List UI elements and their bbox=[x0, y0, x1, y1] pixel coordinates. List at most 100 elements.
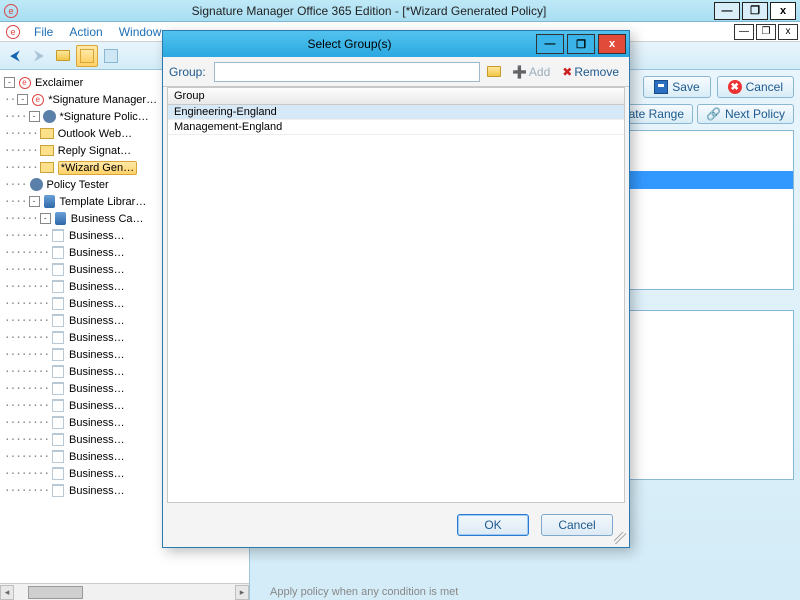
tree-node-business-item[interactable]: Business… bbox=[69, 349, 125, 361]
exclaimer-icon: e bbox=[19, 77, 31, 89]
dialog-close-button[interactable]: x bbox=[598, 34, 626, 54]
nav-up-button[interactable] bbox=[52, 45, 74, 67]
save-label: Save bbox=[672, 80, 699, 94]
scroll-right-button[interactable]: ▸ bbox=[235, 585, 249, 600]
save-button[interactable]: Save bbox=[643, 76, 710, 98]
expander-icon[interactable]: - bbox=[17, 94, 28, 105]
tree-node-business-item[interactable]: Business… bbox=[69, 468, 125, 480]
tree-node-reply[interactable]: Reply Signat… bbox=[58, 145, 131, 157]
tree-node-policy-tester[interactable]: Policy Tester bbox=[47, 179, 109, 191]
cancel-button[interactable]: ✖ Cancel bbox=[717, 76, 794, 98]
tree-node-business-item[interactable]: Business… bbox=[69, 383, 125, 395]
menu-file[interactable]: File bbox=[26, 23, 61, 41]
remove-group-button[interactable]: ✖Remove bbox=[558, 65, 623, 79]
cancel-icon: ✖ bbox=[728, 80, 742, 94]
expander-icon[interactable]: - bbox=[29, 196, 40, 207]
expander-icon[interactable]: - bbox=[40, 213, 51, 224]
add-group-button[interactable]: ➕Add bbox=[508, 65, 554, 79]
policy-item-icon bbox=[40, 128, 54, 139]
tree-node-business-item[interactable]: Business… bbox=[69, 281, 125, 293]
mdi-minimize-button[interactable]: — bbox=[734, 24, 754, 40]
dialog-titlebar[interactable]: Select Group(s) — ❐ x bbox=[163, 31, 629, 57]
link-icon: 🔗 bbox=[706, 107, 721, 121]
document-icon bbox=[52, 263, 64, 276]
tree-node-business-item[interactable]: Business… bbox=[69, 485, 125, 497]
document-icon bbox=[52, 280, 64, 293]
expander-icon[interactable]: - bbox=[29, 111, 40, 122]
tree-node-business-item[interactable]: Business… bbox=[69, 366, 125, 378]
tree-node-business-item[interactable]: Business… bbox=[69, 417, 125, 429]
tree-node-business-item[interactable]: Business… bbox=[69, 230, 125, 242]
document-icon bbox=[52, 416, 64, 429]
document-icon bbox=[52, 348, 64, 361]
list-icon bbox=[80, 49, 94, 63]
document-icon bbox=[52, 433, 64, 446]
group-row[interactable]: Engineering-England bbox=[168, 105, 624, 120]
tree-node-owa[interactable]: Outlook Web… bbox=[58, 128, 132, 140]
detail-icon bbox=[104, 49, 118, 63]
folder-up-icon bbox=[56, 50, 70, 61]
nav-forward-button[interactable]: ⮞ bbox=[28, 45, 50, 67]
dialog-cancel-button[interactable]: Cancel bbox=[541, 514, 613, 536]
browse-group-button[interactable] bbox=[484, 62, 504, 82]
group-row[interactable]: Management-England bbox=[168, 120, 624, 135]
view-detail-button[interactable] bbox=[100, 45, 122, 67]
outer-window-titlebar: e Signature Manager Office 365 Edition -… bbox=[0, 0, 800, 22]
tree-node-template-lib[interactable]: Template Librar… bbox=[60, 196, 147, 208]
menu-action[interactable]: Action bbox=[61, 23, 110, 41]
tester-icon bbox=[30, 178, 43, 191]
dialog-minimize-button[interactable]: — bbox=[536, 34, 564, 54]
exclaimer-icon: e bbox=[32, 94, 44, 106]
tree-node-business-item[interactable]: Business… bbox=[69, 298, 125, 310]
mdi-logo-icon: e bbox=[6, 25, 20, 39]
tree-horizontal-scrollbar[interactable]: ◂ ▸ bbox=[0, 583, 249, 600]
tree-node-business-item[interactable]: Business… bbox=[69, 332, 125, 344]
scroll-thumb[interactable] bbox=[28, 586, 83, 599]
cancel-label: Cancel bbox=[746, 80, 783, 94]
resize-grip[interactable] bbox=[614, 532, 626, 544]
outer-window-title: Signature Manager Office 365 Edition - [… bbox=[24, 4, 714, 18]
view-list-button[interactable] bbox=[76, 45, 98, 67]
expander-icon[interactable]: - bbox=[4, 77, 15, 88]
dialog-title: Select Group(s) bbox=[163, 37, 536, 51]
document-icon bbox=[52, 331, 64, 344]
tree-node-business-item[interactable]: Business… bbox=[69, 451, 125, 463]
tree-node-business-item[interactable]: Business… bbox=[69, 264, 125, 276]
group-search-input[interactable] bbox=[214, 62, 480, 82]
scroll-left-button[interactable]: ◂ bbox=[0, 585, 14, 600]
library-icon bbox=[44, 195, 55, 208]
tree-node-business-item[interactable]: Business… bbox=[69, 247, 125, 259]
apply-policy-caption: Apply policy when any condition is met bbox=[270, 586, 458, 598]
policy-item-icon bbox=[40, 162, 54, 173]
document-icon bbox=[52, 365, 64, 378]
tree-node-sig-mgr[interactable]: *Signature Manager… bbox=[48, 94, 157, 106]
dialog-footer: OK Cancel bbox=[163, 503, 629, 547]
nav-back-button[interactable]: ⮜ bbox=[4, 45, 26, 67]
tree-node-business-ca[interactable]: Business Ca… bbox=[71, 213, 144, 225]
group-column-header[interactable]: Group bbox=[168, 88, 624, 105]
outer-maximize-button[interactable]: ❐ bbox=[742, 2, 768, 20]
ok-button[interactable]: OK bbox=[457, 514, 529, 536]
group-grid[interactable]: Group Engineering-England Management-Eng… bbox=[167, 87, 625, 503]
outer-minimize-button[interactable]: — bbox=[714, 2, 740, 20]
tree-node-business-item[interactable]: Business… bbox=[69, 400, 125, 412]
tree-node-wizard[interactable]: *Wizard Gen… bbox=[58, 161, 137, 175]
mdi-close-button[interactable]: x bbox=[778, 24, 798, 40]
document-icon bbox=[52, 399, 64, 412]
tab-next-policy[interactable]: 🔗Next Policy bbox=[697, 104, 794, 124]
document-icon bbox=[52, 314, 64, 327]
outer-close-button[interactable]: x bbox=[770, 2, 796, 20]
document-icon bbox=[52, 450, 64, 463]
document-icon bbox=[52, 467, 64, 480]
tree-node-business-item[interactable]: Business… bbox=[69, 434, 125, 446]
document-icon bbox=[52, 297, 64, 310]
menu-window[interactable]: Window bbox=[111, 23, 170, 41]
tree-node-business-item[interactable]: Business… bbox=[69, 315, 125, 327]
tree-node-sig-policies[interactable]: *Signature Polic… bbox=[60, 111, 149, 123]
app-logo-icon: e bbox=[4, 4, 18, 18]
dialog-maximize-button[interactable]: ❐ bbox=[567, 34, 595, 54]
mdi-maximize-button[interactable]: ❐ bbox=[756, 24, 776, 40]
group-field-label: Group: bbox=[169, 65, 206, 79]
tree-node-exclaimer[interactable]: Exclaimer bbox=[35, 77, 83, 89]
policy-icon bbox=[43, 110, 56, 123]
